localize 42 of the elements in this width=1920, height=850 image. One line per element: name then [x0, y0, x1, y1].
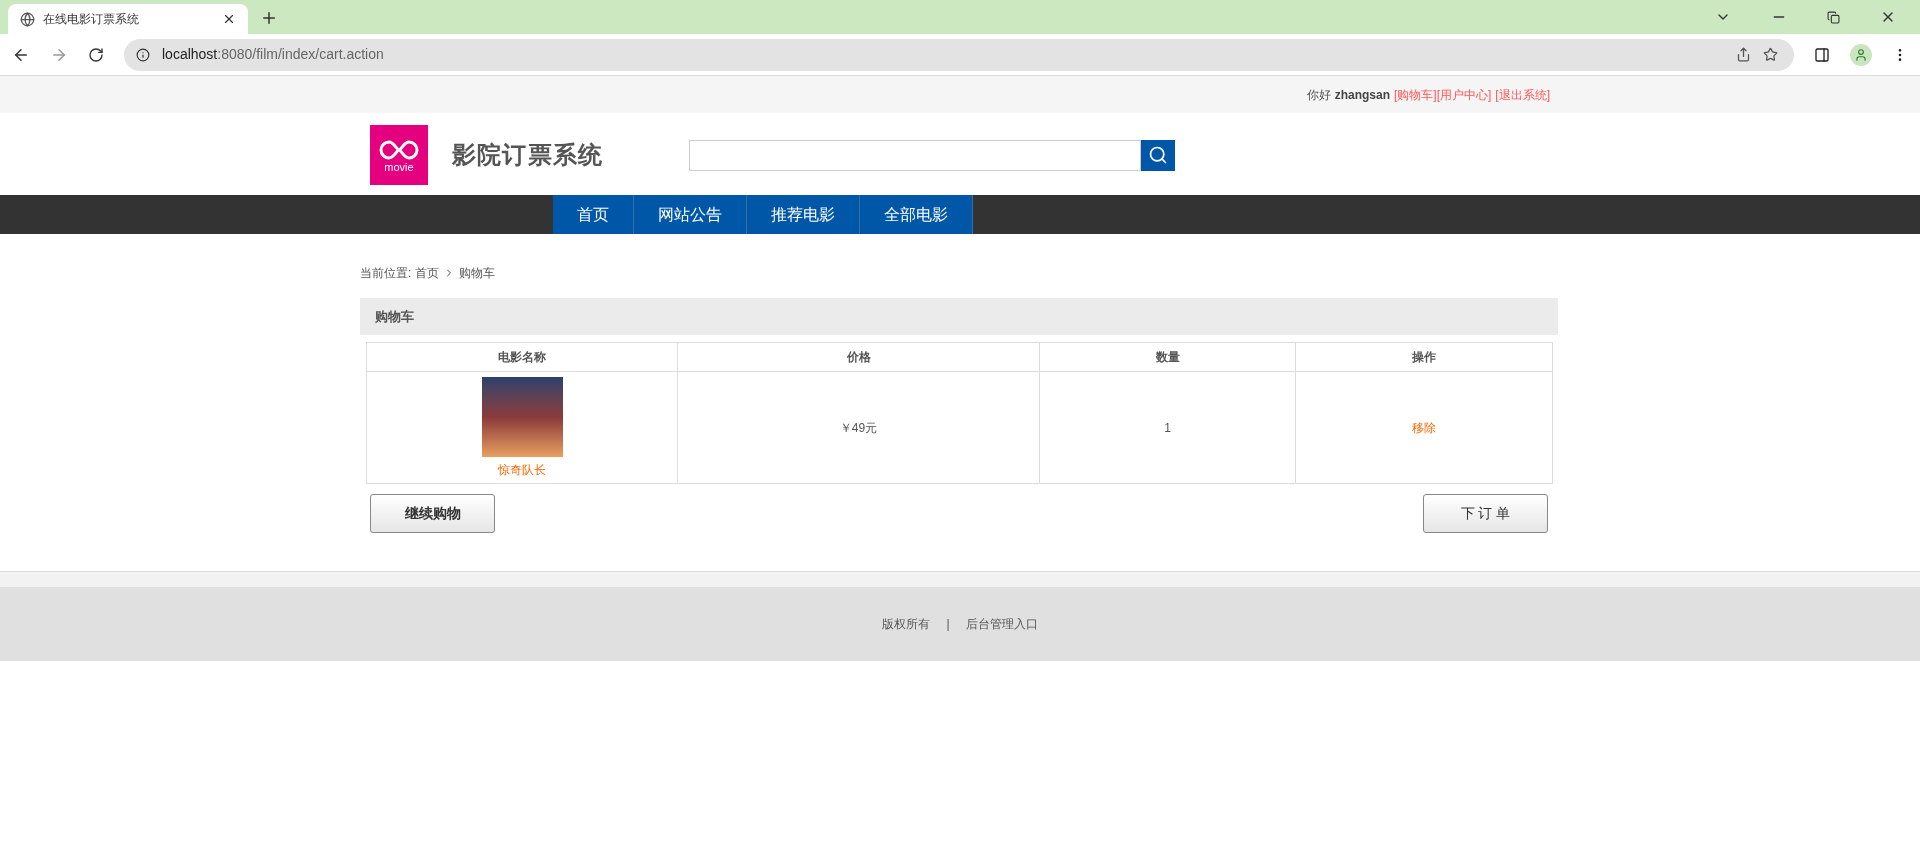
breadcrumb-link[interactable]: 购物车	[459, 264, 496, 282]
search-field[interactable]	[689, 139, 1142, 171]
bookmark-star-icon[interactable]	[1763, 47, 1778, 62]
url-text: localhost:8080/film/index/cart.action	[162, 45, 385, 64]
logo-text: movie	[384, 161, 414, 173]
movie-poster-placeholder[interactable]	[481, 376, 563, 457]
nav-item[interactable]: 全部电影	[860, 195, 973, 234]
side-panel-icon[interactable]	[1814, 46, 1830, 63]
globe-icon	[20, 11, 35, 27]
search-icon	[1148, 145, 1169, 165]
address-bar[interactable]: localhost:8080/film/index/cart.action	[124, 38, 1794, 71]
breadcrumb-link[interactable]: 首页	[415, 264, 440, 282]
column-header: 价格	[677, 342, 1040, 372]
nav-item[interactable]: 首页	[553, 195, 634, 234]
logo[interactable]: movie	[370, 125, 428, 185]
footer-link[interactable]: 版权所有	[882, 615, 931, 633]
place-order-button[interactable]: 下 订 单	[1423, 494, 1548, 533]
search-button[interactable]	[1141, 139, 1176, 171]
column-header: 操作	[1295, 342, 1553, 372]
greeting-text: 你好	[1306, 86, 1331, 104]
username-text: zhangsan	[1334, 86, 1390, 104]
restore-icon[interactable]	[1827, 10, 1840, 24]
continue-shopping-button[interactable]: 继续购物	[370, 494, 495, 533]
breadcrumb-label: 当前位置:	[360, 265, 412, 282]
tab-title: 在线电影订票系统	[43, 11, 140, 28]
share-icon[interactable]	[1736, 47, 1751, 62]
reload-icon[interactable]	[88, 46, 104, 63]
close-icon[interactable]	[222, 12, 236, 26]
column-header: 电影名称	[366, 342, 678, 372]
profile-avatar[interactable]	[1850, 43, 1872, 66]
browser-tab[interactable]: 在线电影订票系统	[8, 4, 248, 34]
quantity-cell: 1	[1039, 371, 1296, 484]
column-header: 数量	[1039, 342, 1296, 372]
cart-title: 购物车	[375, 307, 414, 326]
nav-item[interactable]: 网站公告	[634, 195, 747, 234]
price-cell: ￥49元	[677, 371, 1040, 484]
site-title: 影院订票系统	[452, 140, 604, 170]
separator-text: |	[946, 616, 950, 633]
info-icon	[136, 47, 150, 62]
new-tab-icon[interactable]	[260, 9, 278, 27]
footer-link[interactable]: 后台管理入口	[965, 615, 1038, 633]
nav-item[interactable]: 推荐电影	[747, 195, 860, 234]
